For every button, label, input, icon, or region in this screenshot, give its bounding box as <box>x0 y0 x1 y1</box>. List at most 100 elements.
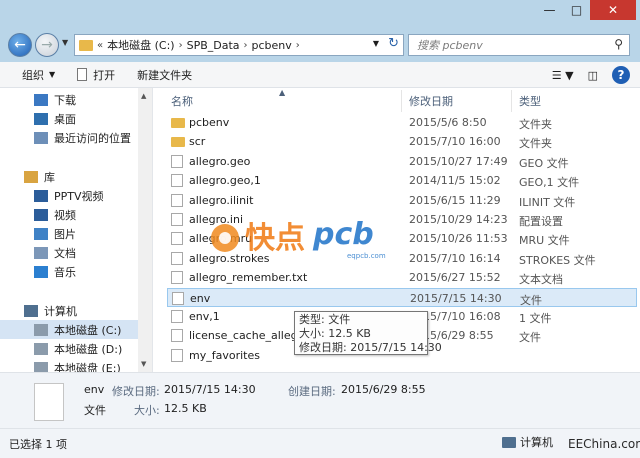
file-name: env <box>190 291 211 305</box>
search-icon[interactable]: ⚲ <box>614 37 623 51</box>
column-header-type[interactable]: 类型 <box>519 88 541 114</box>
sidebar-item[interactable]: 视频 <box>0 205 152 224</box>
open-button[interactable]: 打开 <box>77 67 115 83</box>
new-folder-button[interactable]: 新建文件夹 <box>137 67 192 83</box>
computer-icon <box>502 436 516 448</box>
folder-icon <box>171 137 185 148</box>
scroll-down-icon[interactable]: ▼ <box>141 360 146 368</box>
file-type: 文件夹 <box>519 118 552 131</box>
forward-button[interactable]: → <box>35 33 59 57</box>
scroll-up-icon[interactable]: ▲ <box>141 92 146 100</box>
breadcrumb-separator[interactable]: › <box>296 40 300 51</box>
close-button[interactable]: ✕ <box>590 0 636 20</box>
sidebar-scrollbar[interactable]: ▲ ▼ <box>138 88 152 372</box>
organize-label: 组织 <box>22 68 44 82</box>
file-name: my_favorites <box>189 348 260 362</box>
file-type: ILINIT 文件 <box>519 195 576 209</box>
file-date: 2015/7/10 16:14 <box>409 251 501 265</box>
organize-button[interactable]: 组织 ▼ <box>22 67 55 83</box>
file-row[interactable]: pcbenv 2015/5/6 8:50 文件夹 <box>167 113 637 132</box>
breadcrumb-drive-c[interactable]: 本地磁盘 (C:) <box>107 37 174 53</box>
breadcrumb-spb-data[interactable]: SPB_Data <box>187 39 240 52</box>
view-options-icon[interactable]: ☰ ▼ <box>552 69 574 82</box>
watermark-logo: 快点 pcb eqpcb.com <box>211 217 386 260</box>
file-row[interactable]: allegro.geo,1 2014/11/5 15:02 GEO,1 文件 <box>167 171 637 190</box>
download-icon <box>34 93 48 106</box>
title-bar: — □ ✕ <box>0 0 640 28</box>
address-bar[interactable]: « 本地磁盘 (C:) › SPB_Data › pcbenv › ▼ ↻ <box>74 34 404 56</box>
sidebar-item[interactable]: 计算机 <box>0 301 152 320</box>
status-location-label: 计算机 <box>520 436 553 449</box>
breadcrumb-separator[interactable]: › <box>244 40 248 51</box>
file-icon <box>172 291 184 305</box>
column-header-date[interactable]: 修改日期 <box>409 88 453 114</box>
sidebar-item[interactable]: 库 <box>0 167 152 186</box>
new-folder-label: 新建文件夹 <box>137 68 193 82</box>
preview-pane-icon[interactable]: ◫ <box>588 69 598 82</box>
drive-icon <box>34 323 48 336</box>
file-type: 文件夹 <box>519 137 552 151</box>
breadcrumb-pcbenv[interactable]: pcbenv <box>252 39 292 52</box>
file-icon <box>171 310 183 323</box>
sidebar-item[interactable]: PPTV视频 <box>0 186 152 205</box>
details-size-label: 大小: <box>134 404 160 417</box>
video-library-icon <box>34 189 48 202</box>
file-type: GEO 文件 <box>519 156 569 170</box>
search-box: ⚲ <box>408 34 630 56</box>
sidebar-item[interactable]: 本地磁盘 (C:) <box>0 320 152 339</box>
sidebar-item-label: 库 <box>44 170 55 184</box>
file-row[interactable]: allegro.geo 2015/10/27 17:49 GEO 文件 <box>167 152 637 171</box>
refresh-icon[interactable]: ↻ <box>388 36 399 51</box>
arrow-right-icon: → <box>41 37 53 53</box>
tooltip-modified: 修改日期: 2015/7/15 14:30 <box>299 341 442 354</box>
file-type: MRU 文件 <box>519 234 570 248</box>
sidebar-item[interactable]: 文档 <box>0 243 152 262</box>
breadcrumb-separator[interactable]: › <box>179 40 183 51</box>
address-dropdown-icon[interactable]: ▼ <box>373 39 379 48</box>
back-button[interactable]: ← <box>8 33 32 57</box>
column-header-name[interactable]: 名称 <box>171 88 193 114</box>
drive-icon <box>34 361 48 372</box>
details-pane: env 修改日期: 2015/7/15 14:30 创建日期: 2015/6/2… <box>0 372 640 428</box>
file-name: allegro_remember.txt <box>189 271 308 285</box>
details-created-label: 创建日期: <box>288 385 336 398</box>
file-date: 2015/10/29 14:23 <box>409 213 508 226</box>
sidebar-item[interactable]: 最近访问的位置 <box>0 128 152 147</box>
sidebar-item-label: 视频 <box>54 208 76 222</box>
sidebar-item[interactable]: 本地磁盘 (D:) <box>0 339 152 358</box>
minimize-button[interactable]: — <box>536 0 563 20</box>
column-divider[interactable] <box>401 90 402 112</box>
sidebar-item[interactable]: 下载 <box>0 90 152 109</box>
file-row[interactable]: env 2015/7/15 14:30 文件 <box>167 287 637 307</box>
file-date: 2014/11/5 15:02 <box>409 174 501 188</box>
explorer-window: — □ ✕ ← → ▼ « 本地磁盘 (C:) › SPB_Data › pcb… <box>0 0 640 458</box>
sidebar-item-label: 本地磁盘 (E:) <box>54 361 121 373</box>
sidebar-item[interactable]: 音乐 <box>0 262 152 281</box>
pictures-library-icon <box>34 227 48 240</box>
search-input[interactable] <box>409 35 599 55</box>
file-type: 文件 <box>519 331 541 345</box>
file-date: 2015/6/27 15:52 <box>409 271 501 285</box>
recent-locations-dropdown[interactable]: ▼ <box>62 38 68 47</box>
file-row[interactable]: scr 2015/7/10 16:00 文件夹 <box>167 132 637 151</box>
computer-icon <box>24 304 38 317</box>
sort-ascending-icon: ▲ <box>279 88 286 97</box>
file-icon <box>77 68 88 81</box>
help-icon[interactable]: ? <box>612 66 630 84</box>
sidebar-item[interactable]: 图片 <box>0 224 152 243</box>
file-type: 配置设置 <box>519 215 563 228</box>
file-name: env,1 <box>189 310 220 323</box>
sidebar-item[interactable]: 桌面 <box>0 109 152 128</box>
column-divider[interactable] <box>511 90 512 112</box>
address-overflow[interactable]: « <box>97 40 103 51</box>
sidebar-item[interactable]: 本地磁盘 (E:) <box>0 358 152 372</box>
tooltip-size: 大小: 12.5 KB <box>299 327 371 340</box>
file-date: 2015/7/10 16:00 <box>409 135 501 149</box>
sidebar-item-label: 文档 <box>54 246 76 260</box>
maximize-button[interactable]: □ <box>563 0 590 20</box>
file-type: STROKES 文件 <box>519 253 596 267</box>
file-icon <box>171 213 183 226</box>
file-icon <box>171 154 183 168</box>
file-date: 2015/5/6 8:50 <box>409 116 487 129</box>
recent-places-icon <box>34 131 48 144</box>
